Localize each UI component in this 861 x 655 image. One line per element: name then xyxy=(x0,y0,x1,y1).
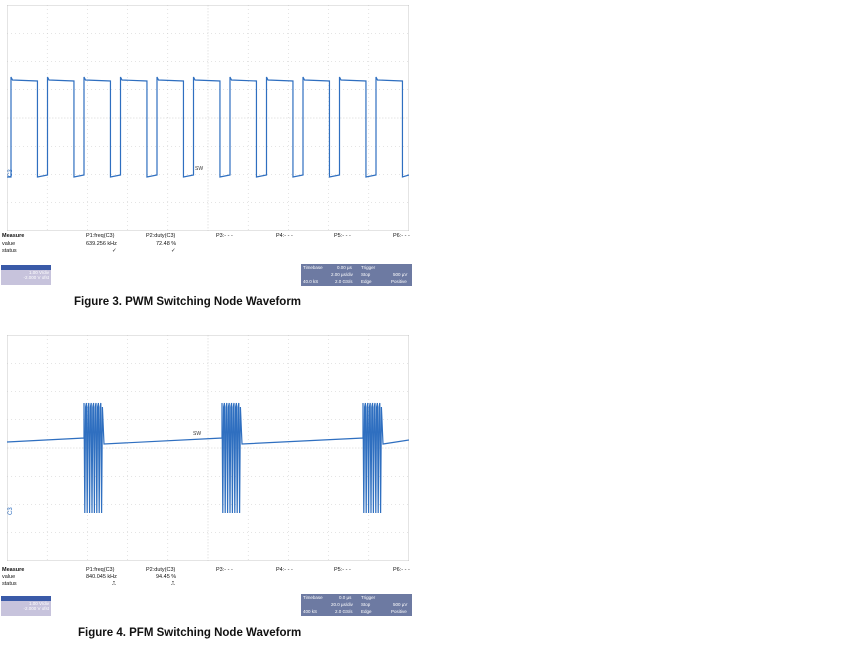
p2-status-icon: ⎍ xyxy=(171,581,175,587)
channel-offset: -2.000 V ofst xyxy=(23,275,49,280)
p1-value: 840.045 kHz xyxy=(86,574,117,580)
sw-marker-label: SW xyxy=(193,431,201,437)
param-p6: P6:- - - xyxy=(393,233,410,239)
channel-label: C3 xyxy=(8,507,14,515)
p1-value: 639.256 kHz xyxy=(86,241,117,247)
param-p5: P5:- - - xyxy=(334,233,351,239)
row-status-label: status xyxy=(2,581,17,587)
p1-status-icon: ⎍ xyxy=(112,581,116,587)
channel-offset: -2.000 V ofst xyxy=(23,606,49,611)
param-p5: P5:- - - xyxy=(334,567,351,573)
p2-value: 94.45 % xyxy=(156,574,177,580)
figure-caption: Figure 3. PWM Switching Node Waveform xyxy=(74,296,302,308)
param-p6: P6:- - - xyxy=(393,567,410,573)
timebase-rate: 2.0 GS/s xyxy=(335,609,353,614)
scope-display-pfm: C3 SW xyxy=(7,335,409,561)
timebase-label: Timebase xyxy=(303,265,323,270)
p2-status-icon: ✓ xyxy=(171,248,176,254)
param-p3: P3:- - - xyxy=(216,567,233,573)
param-p2: P2:duty(C3) xyxy=(146,233,176,239)
trigger-mode: Stop xyxy=(361,602,371,607)
measure-header: Measure xyxy=(2,233,25,239)
channel-label: C3 xyxy=(8,169,14,177)
measure-header: Measure xyxy=(2,567,25,573)
timebase-div: 20.0 µs/div xyxy=(331,602,353,607)
timebase-trigger-box: Timebase 0.0 µs Trigger 20.0 µs/div Stop… xyxy=(301,594,412,616)
timebase-delay: 0.0 µs xyxy=(339,595,352,600)
timebase-trigger-box: Timebase 0.00 µs Trigger 2.00 µs/div Sto… xyxy=(301,264,412,286)
param-p4: P4:- - - xyxy=(276,233,293,239)
scope-display-pwm: C3 SW xyxy=(7,5,409,231)
param-p2: P2:duty(C3) xyxy=(146,567,176,573)
row-status-label: status xyxy=(2,248,17,254)
timebase-samples: 400 kS xyxy=(303,609,318,614)
timebase-samples: 40.0 kS xyxy=(303,279,319,284)
timebase-div: 2.00 µs/div xyxy=(331,272,353,277)
trigger-slope: Positive xyxy=(391,609,407,614)
figure-caption: Figure 4. PFM Switching Node Waveform xyxy=(78,627,302,639)
trigger-slope: Positive xyxy=(391,279,407,284)
row-value-label: value xyxy=(2,574,16,580)
channel-box: 1.00 V/div -2.000 V ofst xyxy=(1,265,51,285)
row-value-label: value xyxy=(2,241,16,247)
timebase-label: Timebase xyxy=(303,595,323,600)
trigger-type: Edge xyxy=(361,279,372,284)
param-p1: P1:freq(C3) xyxy=(86,567,115,573)
trigger-mode: Stop xyxy=(361,272,371,277)
measure-panel: Measure P1:freq(C3) P2:duty(C3) P3:- - -… xyxy=(0,233,420,286)
measure-panel: Measure P1:freq(C3) P2:duty(C3) P3:- - -… xyxy=(0,563,420,616)
channel-box: 1.00 V/div -2.000 V ofst xyxy=(1,596,51,616)
param-p3: P3:- - - xyxy=(216,233,233,239)
p2-value: 72.48 % xyxy=(156,241,177,247)
timebase-rate: 2.0 GS/s xyxy=(335,279,353,284)
sw-marker-label: SW xyxy=(195,166,203,172)
timebase-delay: 0.00 µs xyxy=(337,265,352,270)
trigger-label: Trigger xyxy=(361,595,376,600)
trigger-label: Trigger xyxy=(361,265,376,270)
param-p1: P1:freq(C3) xyxy=(86,233,115,239)
trigger-type: Edge xyxy=(361,609,372,614)
trigger-level: 500 µV xyxy=(393,272,408,277)
p1-status-icon: ✓ xyxy=(112,248,117,254)
trigger-level: 500 µV xyxy=(393,602,408,607)
param-p4: P4:- - - xyxy=(276,567,293,573)
